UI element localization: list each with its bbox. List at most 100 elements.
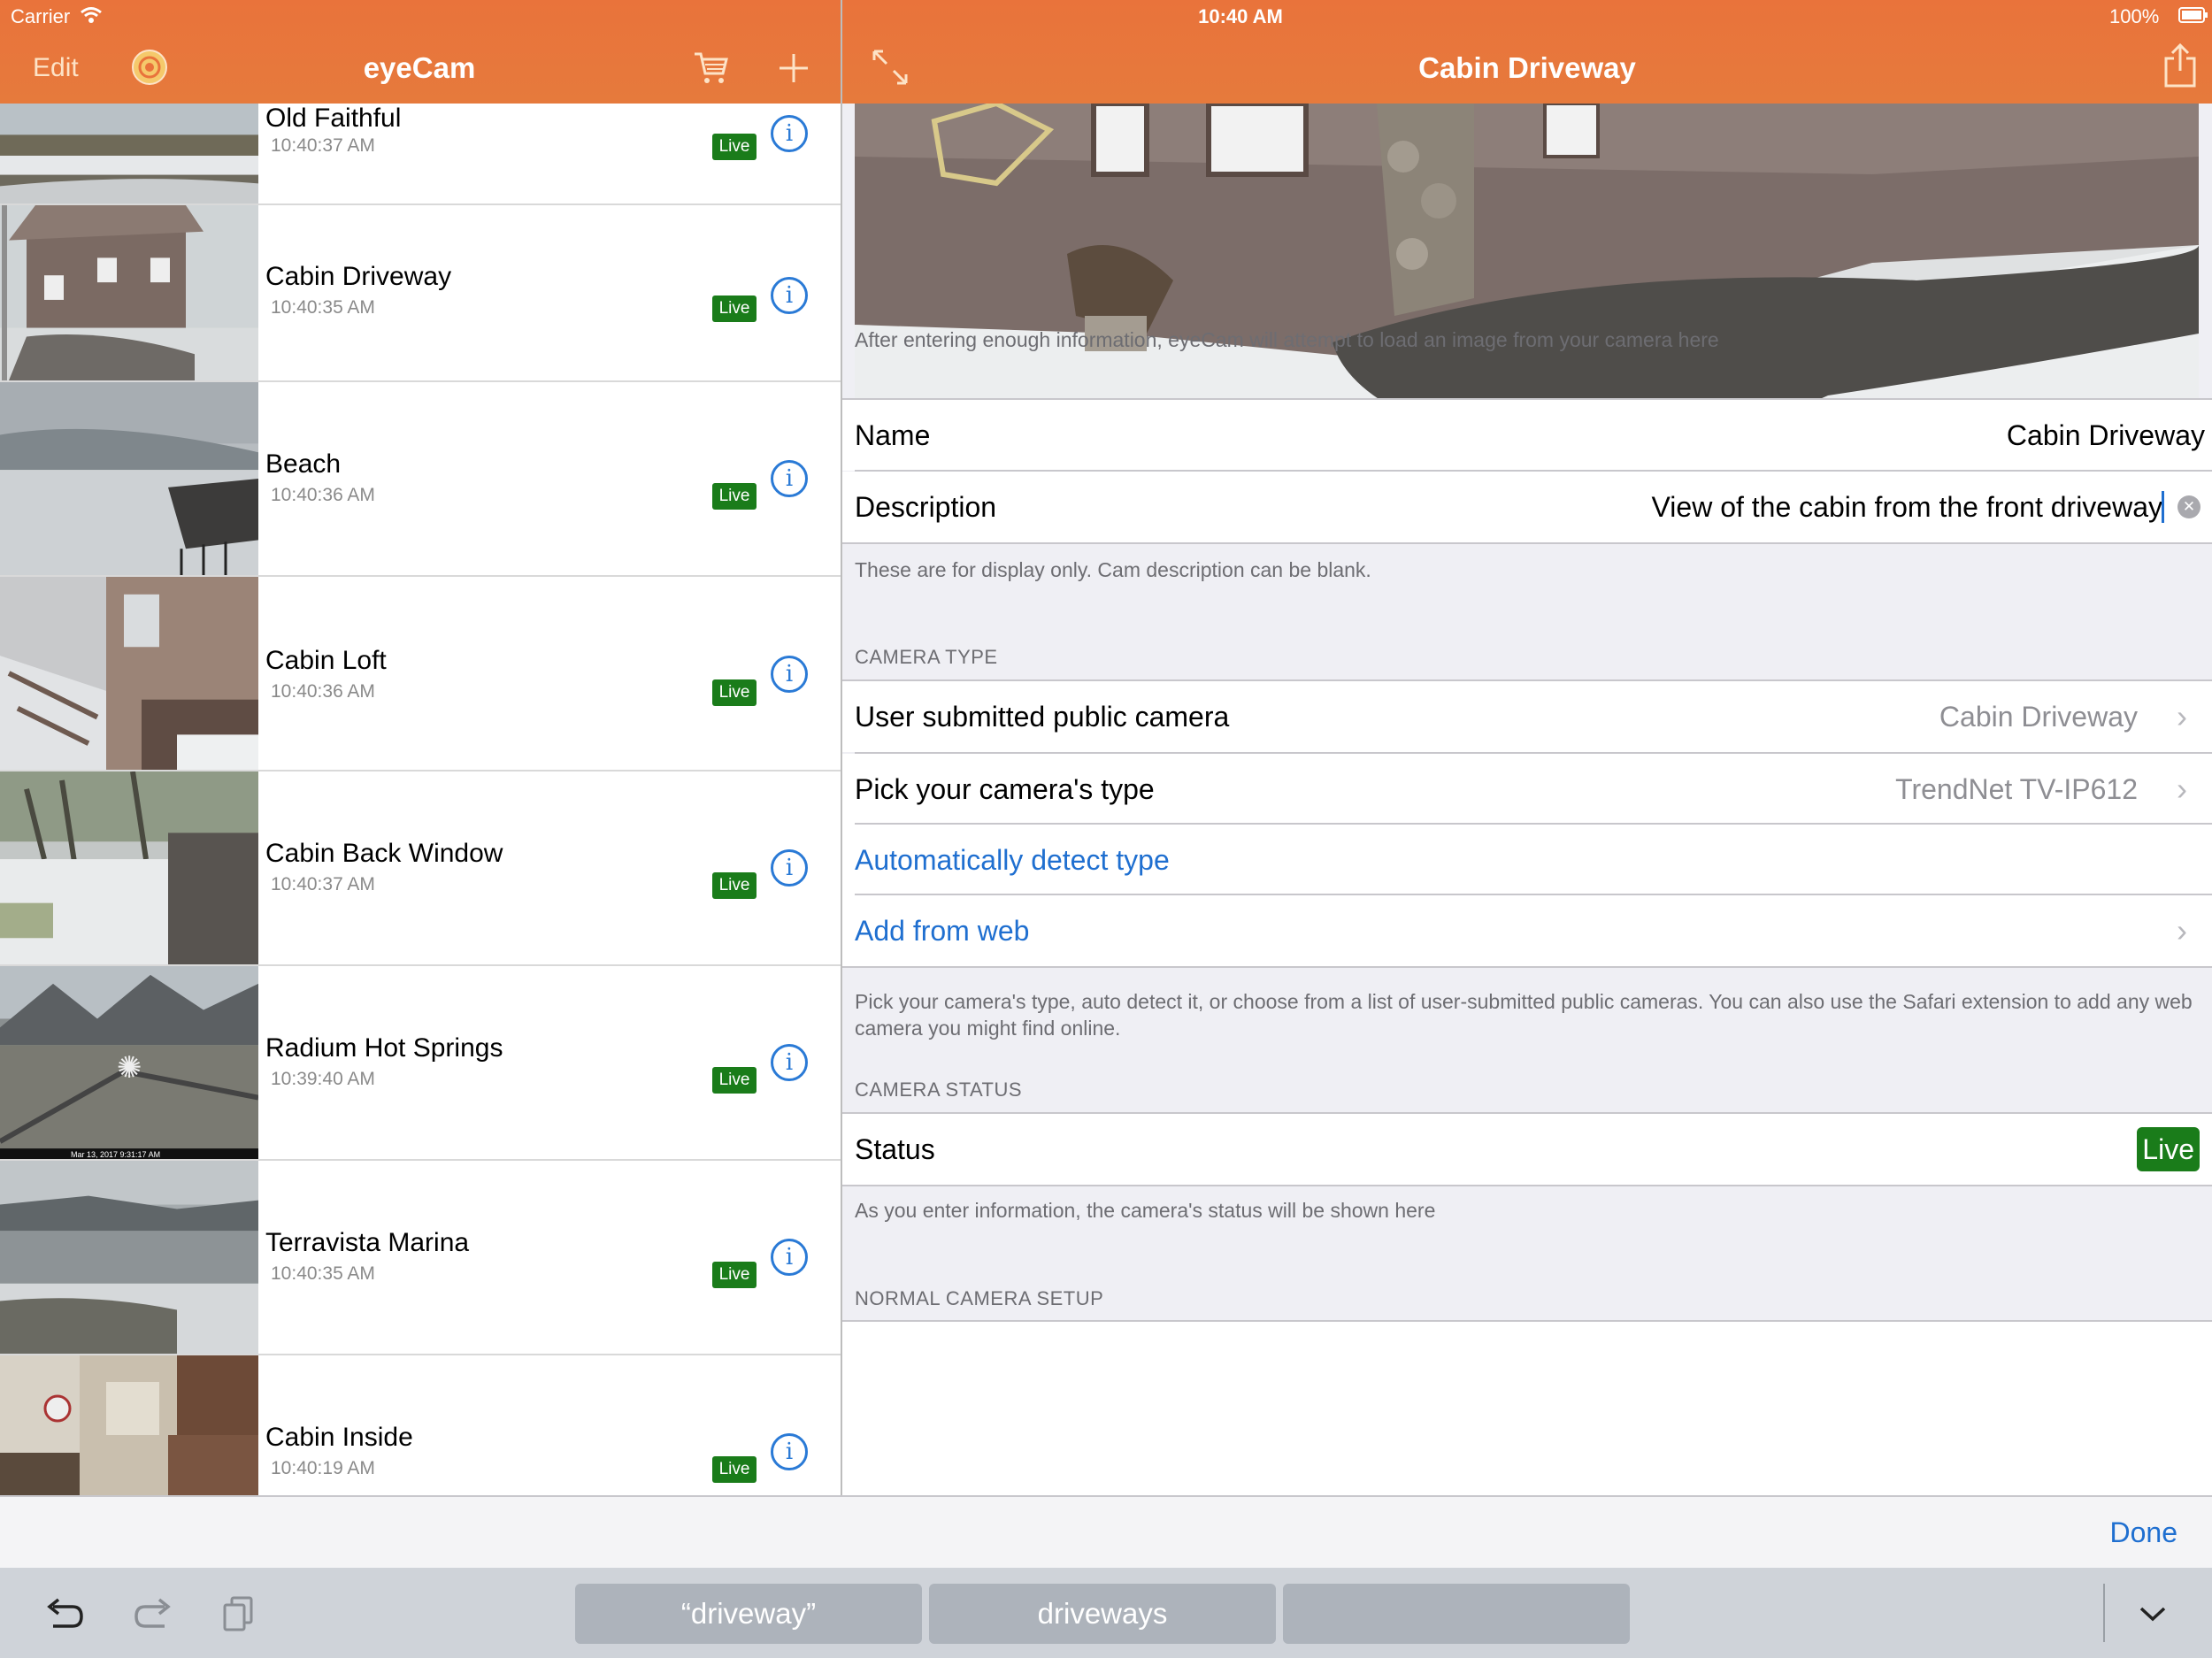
camera-list: Old Faithful 10:40:37 AM Live i Cabin Dr… bbox=[0, 0, 841, 1495]
dismiss-keyboard-icon[interactable] bbox=[2129, 1589, 2177, 1637]
carrier-label: Carrier bbox=[11, 5, 71, 27]
camera-name: Beach bbox=[265, 449, 342, 479]
wifi-icon bbox=[81, 7, 102, 23]
description-field[interactable]: View of the cabin from the front drivewa… bbox=[1652, 472, 2162, 542]
battery-percent: 100% bbox=[2109, 5, 2160, 27]
camera-thumbnail bbox=[0, 104, 258, 203]
auto-detect-cell[interactable]: Automatically detect type bbox=[842, 825, 2212, 895]
camera-name: Cabin Driveway bbox=[265, 262, 452, 291]
live-badge: Live bbox=[712, 296, 757, 322]
camera-time: 10:39:40 AM bbox=[271, 1069, 375, 1089]
camera-thumbnail bbox=[0, 1355, 258, 1495]
add-from-web-cell[interactable]: Add from web › bbox=[842, 895, 2212, 966]
thumbnail-timestamp: Mar 13, 2017 9:31:17 AM bbox=[71, 1150, 161, 1159]
info-icon[interactable]: i bbox=[771, 656, 808, 693]
name-field[interactable]: Cabin Driveway bbox=[2007, 400, 2205, 471]
toolbar-divider bbox=[2103, 1584, 2105, 1642]
info-icon[interactable]: i bbox=[771, 1044, 808, 1081]
right-nav-bar: 10:40 AM 100% Cabin Driveway bbox=[842, 0, 2212, 104]
camera-time: 10:40:37 AM bbox=[271, 135, 375, 156]
public-camera-label: User submitted public camera bbox=[855, 701, 1230, 733]
keyboard-accessory-bar: Done bbox=[0, 1495, 2212, 1568]
undo-icon[interactable] bbox=[41, 1589, 88, 1637]
pick-type-label: Pick your camera's type bbox=[855, 773, 1155, 805]
redo-icon[interactable] bbox=[129, 1589, 177, 1637]
preview-note: After entering enough information, eyeCa… bbox=[855, 328, 1719, 351]
display-note: These are for display only. Cam descript… bbox=[855, 558, 1371, 581]
live-badge: Live bbox=[712, 1262, 757, 1288]
status-label: Status bbox=[855, 1133, 935, 1165]
status-badge: Live bbox=[2137, 1127, 2200, 1171]
camera-thumbnail bbox=[0, 382, 258, 575]
public-camera-cell[interactable]: User submitted public camera Cabin Drive… bbox=[842, 681, 2212, 752]
name-label: Name bbox=[855, 419, 931, 451]
camera-time: 10:40:36 AM bbox=[271, 681, 375, 702]
camera-detail: After entering enough information, eyeCa… bbox=[842, 104, 2212, 1495]
suggestion-3[interactable] bbox=[1283, 1584, 1630, 1644]
app-root: Carrier Edit eyeCam 10:40 AM 100% Cabin … bbox=[0, 0, 2212, 1658]
info-icon[interactable]: i bbox=[771, 277, 808, 314]
done-button[interactable]: Done bbox=[2110, 1516, 2178, 1549]
camera-name: Cabin Loft bbox=[265, 646, 387, 675]
camera-name: Cabin Inside bbox=[265, 1423, 413, 1452]
add-from-web-button[interactable]: Add from web bbox=[855, 895, 1029, 966]
camera-row-cabin-inside[interactable]: Cabin Inside 10:40:19 AM Live i bbox=[0, 1355, 841, 1495]
public-camera-value: Cabin Driveway bbox=[1939, 701, 2138, 733]
info-icon[interactable]: i bbox=[771, 849, 808, 887]
camera-row-beach[interactable]: Beach 10:40:36 AM Live i bbox=[0, 382, 841, 577]
info-icon[interactable]: i bbox=[771, 115, 808, 152]
info-icon[interactable]: i bbox=[771, 1433, 808, 1470]
left-nav-title: eyeCam bbox=[363, 51, 476, 84]
clear-text-icon[interactable]: ✕ bbox=[2177, 495, 2200, 518]
live-badge: Live bbox=[712, 134, 757, 160]
info-icon[interactable]: i bbox=[771, 1239, 808, 1276]
separator bbox=[842, 1185, 2212, 1186]
separator bbox=[842, 966, 2212, 968]
suggestion-2[interactable]: driveways bbox=[929, 1584, 1276, 1644]
camera-thumbnail bbox=[0, 205, 258, 380]
auto-detect-button[interactable]: Automatically detect type bbox=[855, 825, 1170, 895]
suggestion-1[interactable]: “driveway” bbox=[575, 1584, 922, 1644]
camera-thumbnail bbox=[0, 1161, 258, 1354]
camera-row-cabin-back-window[interactable]: Cabin Back Window 10:40:37 AM Live i bbox=[0, 771, 841, 966]
expand-icon[interactable] bbox=[871, 48, 910, 87]
paste-icon[interactable] bbox=[216, 1589, 264, 1637]
camera-time: 10:40:36 AM bbox=[271, 485, 375, 505]
text-cursor bbox=[2162, 491, 2164, 523]
camera-thumbnail bbox=[0, 577, 258, 770]
camera-row-radium-hot-springs[interactable]: Mar 13, 2017 9:31:17 AM ✺ Radium Hot Spr… bbox=[0, 966, 841, 1161]
cart-icon[interactable] bbox=[693, 50, 730, 86]
type-note: Pick your camera's type, auto detect it,… bbox=[855, 990, 2193, 1040]
separator bbox=[842, 542, 2212, 544]
pick-type-cell[interactable]: Pick your camera's type TrendNet TV-IP61… bbox=[842, 754, 2212, 825]
camera-thumbnail bbox=[0, 771, 258, 964]
camera-time: 10:40:35 AM bbox=[271, 297, 375, 318]
camera-name: Cabin Back Window bbox=[265, 839, 503, 868]
left-nav-bar: Carrier Edit eyeCam bbox=[0, 0, 841, 104]
live-badge: Live bbox=[712, 1456, 757, 1483]
camera-time: 10:40:37 AM bbox=[271, 874, 375, 894]
chevron-right-icon: › bbox=[2177, 912, 2187, 948]
status-cell: Status Live bbox=[842, 1114, 2212, 1185]
camera-time: 10:40:35 AM bbox=[271, 1263, 375, 1284]
camera-row-terravista-marina[interactable]: Terravista Marina 10:40:35 AM Live i bbox=[0, 1161, 841, 1355]
camera-row-old-faithful[interactable]: Old Faithful 10:40:37 AM Live i bbox=[0, 104, 841, 205]
info-icon[interactable]: i bbox=[771, 460, 808, 497]
battery-icon bbox=[2178, 7, 2208, 23]
normal-setup-cell bbox=[842, 1322, 2212, 1495]
name-cell[interactable]: Name Cabin Driveway bbox=[842, 400, 2212, 471]
live-badge: Live bbox=[712, 1067, 757, 1094]
recorder-icon[interactable] bbox=[131, 49, 168, 86]
status-note: As you enter information, the camera's s… bbox=[855, 1199, 1436, 1222]
chevron-right-icon: › bbox=[2177, 698, 2187, 734]
detail-title: Cabin Driveway bbox=[1418, 51, 1636, 84]
chevron-right-icon: › bbox=[2177, 771, 2187, 807]
edit-button[interactable]: Edit bbox=[33, 53, 79, 83]
share-icon[interactable] bbox=[2162, 42, 2198, 88]
plus-icon[interactable] bbox=[777, 51, 810, 85]
camera-row-cabin-driveway[interactable]: Cabin Driveway 10:40:35 AM Live i bbox=[0, 205, 841, 382]
camera-row-cabin-loft[interactable]: Cabin Loft 10:40:36 AM Live i bbox=[0, 577, 841, 771]
live-badge: Live bbox=[712, 483, 757, 510]
description-cell[interactable]: Description View of the cabin from the f… bbox=[842, 472, 2212, 542]
pick-type-value: TrendNet TV-IP612 bbox=[1895, 773, 2138, 805]
